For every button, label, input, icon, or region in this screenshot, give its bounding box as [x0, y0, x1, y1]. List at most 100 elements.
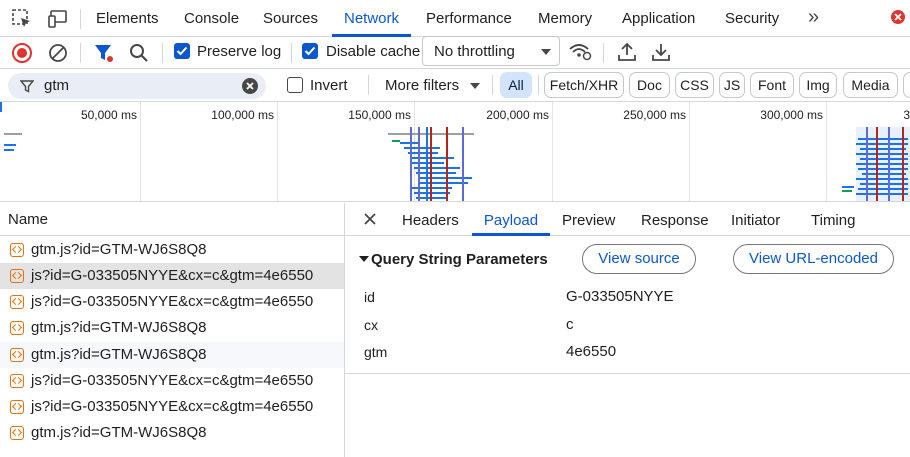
type-chip-css[interactable]: CSS [675, 72, 714, 98]
type-chip-font[interactable]: Font [750, 72, 794, 98]
more-tabs-chevron-icon[interactable]: » [808, 6, 819, 29]
type-chip-fetch-xhr[interactable]: Fetch/XHR [544, 72, 624, 98]
tab-network[interactable]: Network [332, 0, 411, 37]
request-name: gtm.js?id=GTM-WJ6S8Q8 [31, 346, 207, 363]
divider [368, 75, 369, 95]
request-name: js?id=G-033505NYYE&cx=c&gtm=4e6550 [31, 398, 314, 415]
search-icon[interactable] [128, 42, 150, 64]
filter-input[interactable]: gtm [8, 73, 266, 99]
close-detail-icon[interactable] [361, 210, 379, 228]
section-divider [345, 373, 910, 374]
request-name: js?id=G-033505NYYE&cx=c&gtm=4e6550 [31, 293, 314, 310]
type-chip-js[interactable]: JS [719, 72, 745, 98]
device-toolbar-icon[interactable] [47, 8, 69, 30]
divider [291, 43, 292, 63]
tab-sources[interactable]: Sources [263, 0, 318, 37]
import-har-icon[interactable] [616, 41, 638, 63]
param-key: id [364, 289, 375, 305]
divider [538, 75, 539, 95]
error-badge-icon[interactable] [890, 9, 906, 25]
tab-payload[interactable]: Payload [472, 203, 550, 236]
filter-active-icon[interactable] [93, 42, 115, 64]
network-overview[interactable]: 50,000 ms 100,000 ms 150,000 ms 200,000 … [0, 102, 910, 202]
request-name: gtm.js?id=GTM-WJ6S8Q8 [31, 241, 207, 258]
tab-memory[interactable]: Memory [538, 0, 592, 37]
view-url-encoded-button[interactable]: View URL-encoded [733, 244, 894, 274]
param-value: G-033505NYYE [566, 288, 674, 305]
overview-waterfall [0, 102, 910, 201]
script-file-icon [10, 400, 24, 414]
throttling-select[interactable]: No throttling [422, 36, 560, 66]
request-row[interactable]: gtm.js?id=GTM-WJ6S8Q8 [0, 315, 344, 341]
query-string-section-title[interactable]: Query String Parameters [371, 251, 548, 268]
invert-label: Invert [310, 77, 348, 94]
section-expanded-triangle-icon[interactable] [359, 256, 369, 262]
tab-performance[interactable]: Performance [426, 0, 512, 37]
type-chip-media[interactable]: Media [843, 72, 898, 98]
script-file-icon [10, 321, 24, 335]
panel-divider[interactable] [344, 203, 345, 457]
divider [80, 43, 81, 63]
tab-timing[interactable]: Timing [811, 203, 855, 236]
script-file-icon [10, 269, 24, 283]
param-key: cx [364, 317, 378, 333]
tab-headers[interactable]: Headers [402, 203, 459, 236]
disable-cache-checkbox[interactable] [302, 43, 318, 59]
inspect-element-icon[interactable] [11, 8, 33, 30]
export-har-icon[interactable] [650, 41, 672, 63]
network-conditions-icon[interactable] [568, 41, 592, 63]
disable-cache-label: Disable cache [326, 43, 421, 60]
script-file-icon [10, 426, 24, 440]
stop-recording-icon[interactable] [11, 42, 33, 64]
type-chip-doc[interactable]: Doc [629, 72, 670, 98]
type-chip-overflow[interactable] [903, 72, 910, 98]
tab-application[interactable]: Application [622, 0, 695, 37]
filter-value: gtm [44, 77, 70, 94]
script-file-icon [10, 243, 24, 257]
filter-funnel-icon [19, 79, 35, 93]
request-row[interactable]: js?id=G-033505NYYE&cx=c&gtm=4e6550 [0, 289, 344, 315]
type-chip-img[interactable]: Img [799, 72, 837, 98]
param-value: 4e6550 [566, 343, 617, 360]
request-row[interactable]: gtm.js?id=GTM-WJ6S8Q8 [0, 237, 344, 263]
request-name: gtm.js?id=GTM-WJ6S8Q8 [31, 424, 207, 441]
request-name: gtm.js?id=GTM-WJ6S8Q8 [31, 319, 207, 336]
name-column-label: Name [8, 211, 49, 228]
tab-preview[interactable]: Preview [562, 203, 615, 236]
filter-bar: gtm Invert More filters All Fetch/XHR Do… [0, 69, 910, 102]
request-row[interactable]: js?id=G-033505NYYE&cx=c&gtm=4e6550 [0, 368, 344, 394]
divider [492, 75, 493, 95]
clear-log-icon[interactable] [47, 42, 69, 64]
tab-initiator[interactable]: Initiator [731, 203, 780, 236]
chevron-down-icon [541, 49, 551, 55]
invert-checkbox[interactable] [287, 77, 303, 93]
request-detail-tabs: Headers Payload Preview Response Initiat… [345, 203, 910, 236]
request-row[interactable]: js?id=G-033505NYYE&cx=c&gtm=4e6550 [0, 394, 344, 420]
request-row[interactable]: gtm.js?id=GTM-WJ6S8Q8 [0, 420, 344, 446]
view-source-button[interactable]: View source [582, 244, 696, 274]
requests-column-header[interactable]: Name [0, 203, 344, 236]
throttling-value: No throttling [434, 43, 515, 60]
divider [603, 43, 604, 63]
script-file-icon [10, 295, 24, 309]
clear-filter-icon[interactable] [241, 77, 259, 95]
request-name: js?id=G-033505NYYE&cx=c&gtm=4e6550 [31, 372, 314, 389]
tab-console[interactable]: Console [184, 0, 239, 37]
devtools-tabbar: Elements Console Sources Network Perform… [0, 0, 910, 37]
request-row[interactable]: gtm.js?id=GTM-WJ6S8Q8 [0, 342, 344, 368]
script-file-icon [10, 374, 24, 388]
preserve-log-checkbox[interactable] [174, 43, 190, 59]
request-name: js?id=G-033505NYYE&cx=c&gtm=4e6550 [31, 267, 314, 284]
preserve-log-label: Preserve log [197, 43, 282, 60]
type-chip-all[interactable]: All [500, 72, 532, 98]
tab-response[interactable]: Response [641, 203, 709, 236]
request-row-selected[interactable]: js?id=G-033505NYYE&cx=c&gtm=4e6550 [0, 263, 344, 289]
script-file-icon [10, 348, 24, 362]
divider [80, 9, 81, 29]
chevron-down-icon [470, 83, 480, 89]
more-filters-dropdown[interactable]: More filters [385, 77, 459, 94]
param-key: gtm [364, 344, 388, 360]
tab-security[interactable]: Security [725, 0, 779, 37]
divider [162, 43, 163, 63]
tab-elements[interactable]: Elements [96, 0, 159, 37]
